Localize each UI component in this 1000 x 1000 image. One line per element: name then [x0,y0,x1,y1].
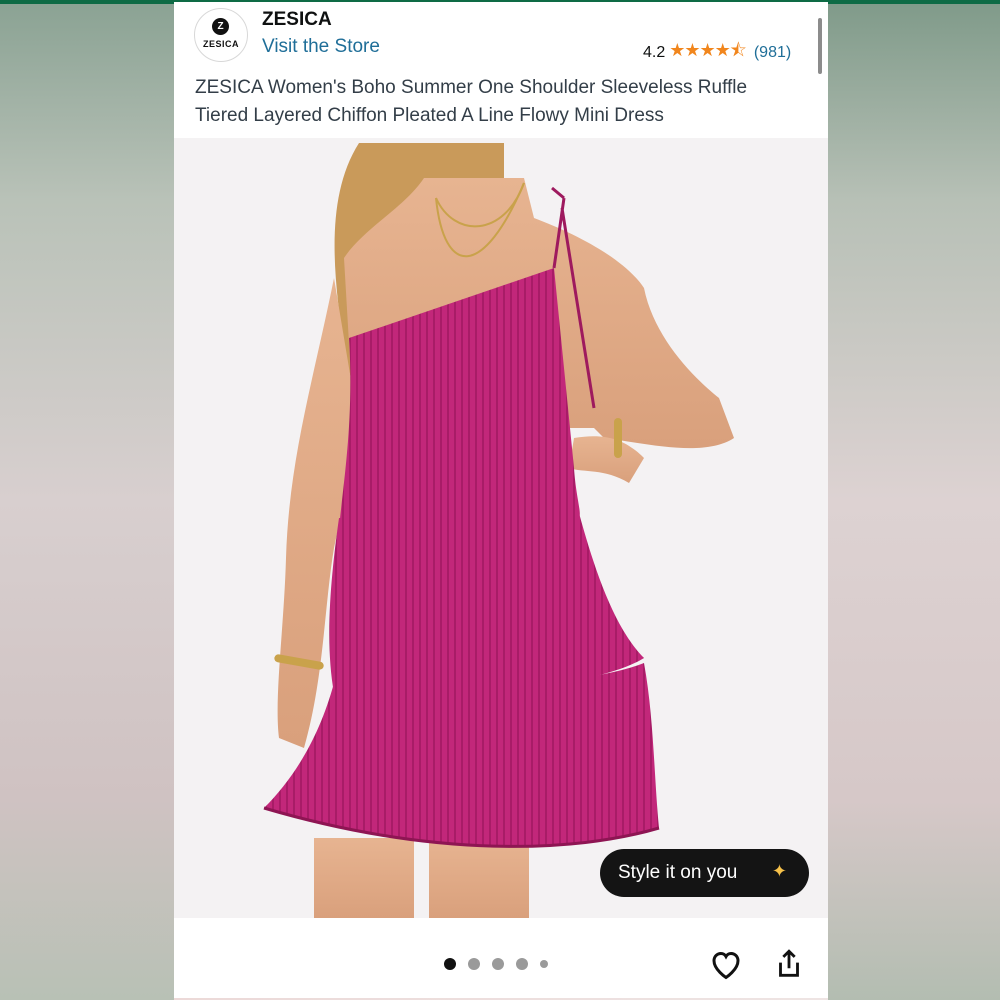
style-button-label: Style it on you [618,862,738,883]
product-card: Z ZESICA ZESICA Visit the Store 4.2 ★★★★… [174,2,828,998]
carousel-dot[interactable] [444,958,456,970]
brand-logo-text: ZESICA [202,39,239,49]
carousel-dot[interactable] [492,958,504,970]
product-image[interactable] [174,138,828,918]
rating-summary[interactable]: 4.2 ★★★★⯪ (981) [643,38,791,68]
rating-count[interactable]: (981) [754,44,791,62]
wishlist-button[interactable] [708,946,744,982]
brand-name: ZESICA [262,9,332,30]
brand-logo[interactable]: Z ZESICA [194,8,248,62]
carousel-indicator [444,958,548,970]
rating-value: 4.2 [643,44,666,61]
heart-icon [712,951,740,980]
visit-store-link[interactable]: Visit the Store [262,36,380,58]
product-title: ZESICA Women's Boho Summer One Shoulder … [195,77,748,126]
sparkle-icon: ✦ [771,861,787,881]
star-rating-icon: ★★★★⯪ [669,40,747,60]
style-it-on-you-button[interactable]: Style it on you ✦ [600,849,809,897]
share-icon [779,949,799,977]
scrollbar[interactable] [818,18,822,74]
carousel-dot[interactable] [516,958,528,970]
brand-logo-mark: Z [212,18,229,35]
carousel-dot[interactable] [540,960,548,968]
background-right [828,0,1000,1000]
carousel-dot[interactable] [468,958,480,970]
background-left [0,0,174,1000]
share-button[interactable] [772,946,806,982]
